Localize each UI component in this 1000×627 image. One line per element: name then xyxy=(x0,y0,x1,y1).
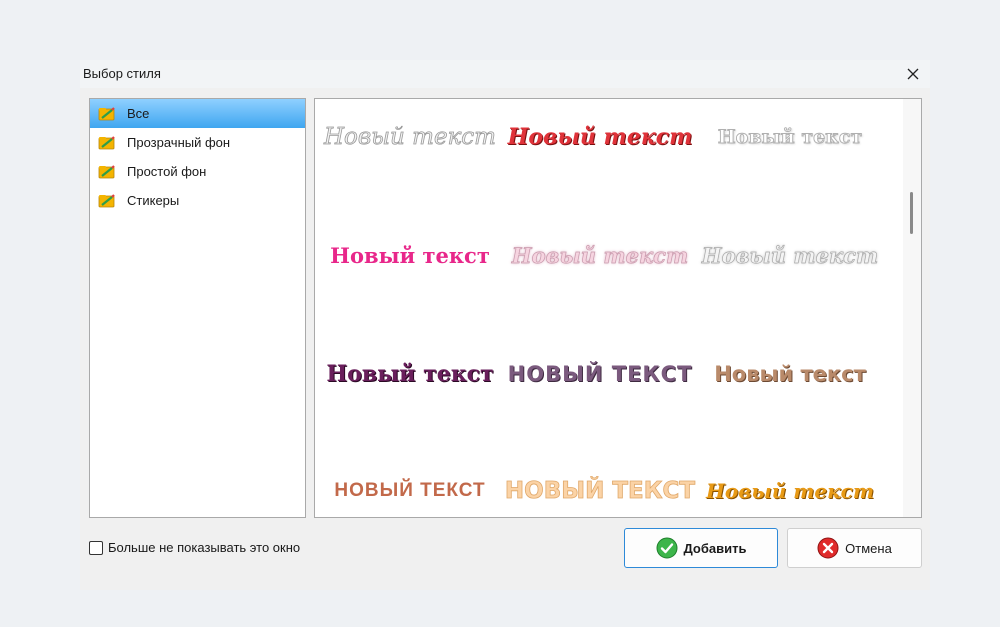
category-item-transparent-bg[interactable]: Прозрачный фон xyxy=(90,128,305,157)
style-preview-orange-gothic[interactable]: Новый текст xyxy=(695,461,885,517)
cancel-icon xyxy=(817,537,839,559)
style-selection-dialog: Выбор стиля Все Прозрачный фон Простой ф… xyxy=(80,60,930,590)
cancel-button[interactable]: Отмена xyxy=(787,528,922,568)
gallery-scrollbar[interactable] xyxy=(903,99,921,517)
folder-style-icon xyxy=(98,106,115,120)
style-preview-peach-condensed[interactable]: НОВЫЙ ТЕКСТ xyxy=(505,461,696,517)
dont-show-checkbox[interactable]: Больше не показывать это окно xyxy=(89,540,300,555)
category-item-stickers[interactable]: Стикеры xyxy=(90,186,305,215)
style-preview-silver-glow[interactable]: Новый текст xyxy=(695,225,885,285)
style-preview-red-script[interactable]: Новый текст xyxy=(505,107,695,167)
cancel-button-label: Отмена xyxy=(845,540,892,556)
scrollbar-thumb[interactable] xyxy=(910,192,913,234)
style-preview-grey-outline[interactable]: Новый текст xyxy=(695,107,885,167)
style-preview-silver-script[interactable]: Новый текст xyxy=(315,107,505,167)
category-label: Стикеры xyxy=(127,193,180,208)
title-bar: Выбор стиля xyxy=(80,60,930,88)
category-label: Прозрачный фон xyxy=(127,135,231,150)
dont-show-label: Больше не показывать это окно xyxy=(108,540,301,555)
folder-style-icon xyxy=(98,135,115,149)
dialog-title: Выбор стиля xyxy=(83,66,161,81)
category-label: Все xyxy=(127,106,150,121)
close-button[interactable] xyxy=(900,62,926,86)
folder-style-icon xyxy=(98,164,115,178)
add-button[interactable]: Добавить xyxy=(624,528,778,568)
checkbox-box[interactable] xyxy=(89,540,103,555)
style-preview-rust-caps[interactable]: НОВЫЙ ТЕКСТ xyxy=(315,461,505,517)
style-preview-purple-gothic[interactable]: Новый текст xyxy=(315,344,505,404)
folder-style-icon xyxy=(98,193,115,207)
check-icon xyxy=(656,537,678,559)
category-item-all[interactable]: Все xyxy=(90,99,305,128)
style-gallery: Новый текст Новый текст Новый текст Новы… xyxy=(314,98,922,518)
close-icon xyxy=(907,68,919,80)
style-preview-bronze-bold[interactable]: Новый текст xyxy=(695,344,885,404)
style-preview-pink-glow[interactable]: Новый текст xyxy=(505,225,695,285)
add-button-label: Добавить xyxy=(683,540,747,556)
category-item-simple-bg[interactable]: Простой фон xyxy=(90,157,305,186)
category-label: Простой фон xyxy=(127,164,207,179)
style-preview-pink-script[interactable]: Новый текст xyxy=(315,225,505,285)
style-preview-purple-slab[interactable]: НОВЫЙ ТЕКСТ xyxy=(505,344,695,404)
category-list: Все Прозрачный фон Простой фон Стикеры xyxy=(89,98,306,518)
